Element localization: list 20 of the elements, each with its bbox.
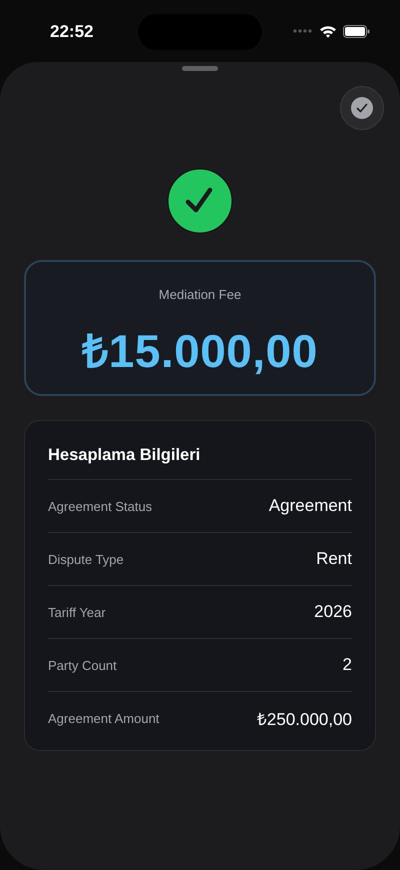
detail-value: Rent	[316, 549, 352, 569]
fee-label: Mediation Fee	[158, 287, 242, 302]
detail-value: 2	[342, 655, 352, 675]
detail-label: Tariff Year	[48, 604, 106, 620]
done-button[interactable]	[340, 86, 384, 130]
detail-label: Agreement Amount	[48, 710, 160, 726]
wifi-icon	[319, 24, 337, 38]
details-title: Hesaplama Bilgileri	[48, 421, 352, 480]
detail-label: Dispute Type	[48, 552, 124, 566]
detail-label: Party Count	[48, 658, 117, 672]
signal-icon	[293, 29, 313, 33]
detail-value: Agreement	[268, 496, 352, 516]
success-check-icon	[167, 168, 233, 234]
detail-label: Agreement Status	[48, 498, 152, 514]
detail-value: ₺250.000,00	[256, 708, 352, 730]
battery-icon	[343, 24, 370, 38]
checkmark-icon	[351, 97, 373, 119]
detail-value: 2026	[314, 602, 352, 622]
fee-amount: ₺15.000,00	[82, 324, 318, 379]
status-time: 22:52	[50, 22, 94, 42]
